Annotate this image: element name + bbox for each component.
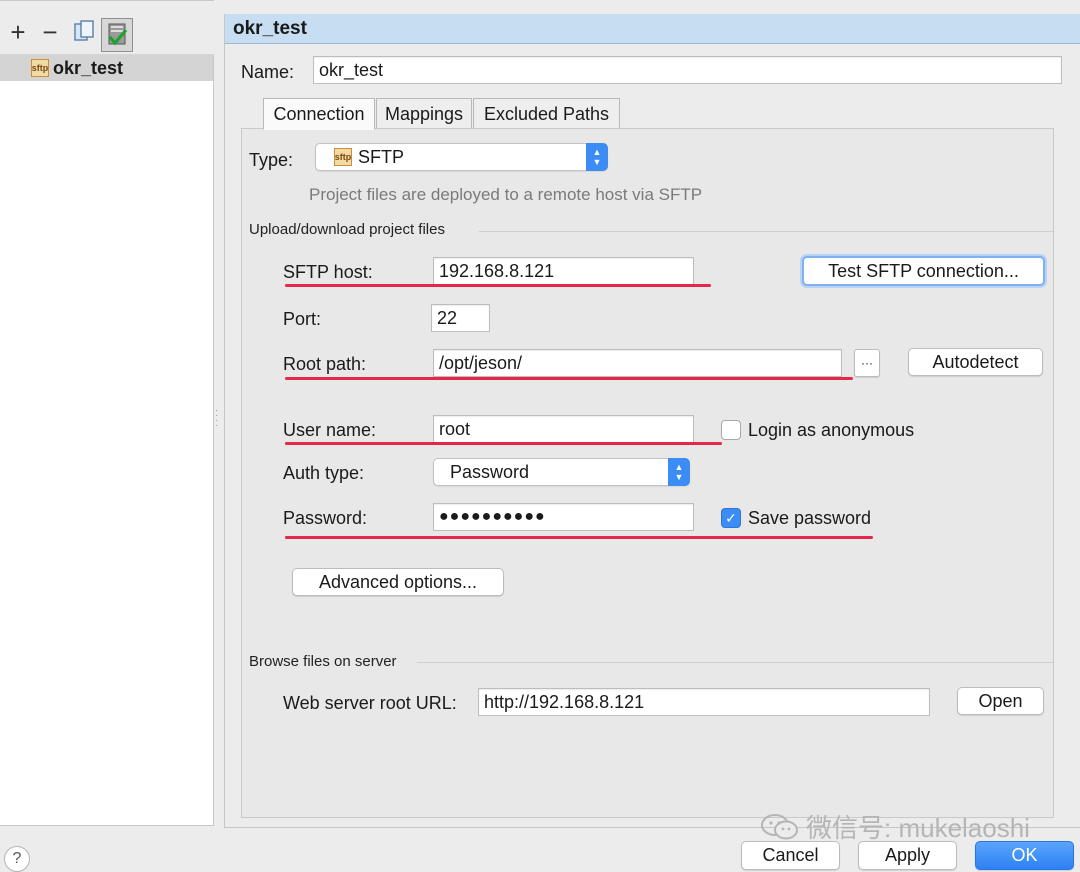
web-root-url-label: Web server root URL: bbox=[283, 693, 457, 713]
highlight-underline bbox=[285, 442, 722, 445]
panel-title: okr_test bbox=[225, 14, 1080, 44]
upload-section-title: Upload/download project files bbox=[249, 221, 445, 238]
splitter-handle[interactable]: · · · · bbox=[215, 406, 219, 431]
highlight-underline bbox=[285, 284, 711, 287]
web-root-url-input[interactable]: http://192.168.8.121 bbox=[478, 688, 930, 716]
login-anonymous-checkbox[interactable] bbox=[721, 420, 741, 440]
type-label: Type: bbox=[249, 150, 294, 170]
auth-type-select[interactable]: Password ▲ ▼ bbox=[433, 458, 690, 486]
login-anonymous-label: Login as anonymous bbox=[748, 420, 915, 440]
plus-icon[interactable]: + bbox=[2, 15, 34, 49]
server-name: okr_test bbox=[53, 57, 124, 78]
type-select[interactable]: sftp SFTP ▲ ▼ bbox=[315, 143, 608, 171]
watermark: 微信号: mukelaoshi bbox=[760, 808, 1030, 845]
server-list: sftp okr_test bbox=[0, 54, 214, 826]
tab-connection[interactable]: Connection bbox=[263, 98, 375, 130]
sftp-icon: sftp bbox=[334, 148, 352, 166]
type-hint: Project files are deployed to a remote h… bbox=[309, 185, 703, 204]
type-select-value: SFTP bbox=[358, 146, 405, 167]
user-name-input[interactable]: root bbox=[433, 415, 694, 443]
server-list-toolbar: + − bbox=[0, 0, 214, 54]
sftp-host-label: SFTP host: bbox=[283, 262, 373, 282]
checkmark-server-icon[interactable] bbox=[101, 18, 133, 52]
port-label: Port: bbox=[283, 309, 322, 329]
name-label: Name: bbox=[241, 62, 295, 82]
server-config-panel: okr_test Name: okr_test Connection Mappi… bbox=[224, 14, 1080, 828]
password-label: Password: bbox=[283, 508, 368, 528]
sftp-host-input[interactable]: 192.168.8.121 bbox=[433, 257, 694, 285]
tab-excluded-paths[interactable]: Excluded Paths bbox=[473, 98, 620, 130]
test-sftp-connection-button[interactable]: Test SFTP connection... bbox=[802, 256, 1045, 286]
browse-path-button[interactable]: ··· bbox=[854, 349, 880, 377]
advanced-options-button[interactable]: Advanced options... bbox=[292, 568, 504, 596]
tab-mappings[interactable]: Mappings bbox=[376, 98, 472, 130]
browse-section-title: Browse files on server bbox=[249, 653, 397, 670]
auth-type-label: Auth type: bbox=[283, 463, 365, 483]
save-password-checkbox[interactable]: ✓ bbox=[721, 508, 741, 528]
password-input[interactable]: ●●●●●●●●●● bbox=[433, 503, 694, 531]
wechat-icon bbox=[760, 812, 800, 842]
minus-icon[interactable]: − bbox=[34, 15, 66, 49]
chevron-updown-icon: ▲ ▼ bbox=[668, 458, 690, 486]
ok-button[interactable]: OK bbox=[975, 841, 1074, 870]
chevron-updown-icon: ▲ ▼ bbox=[586, 143, 608, 171]
root-path-input[interactable]: /opt/jeson/ bbox=[433, 349, 842, 377]
cancel-button[interactable]: Cancel bbox=[741, 841, 840, 870]
save-password-label: Save password bbox=[748, 508, 872, 528]
list-item[interactable]: sftp okr_test bbox=[0, 55, 213, 81]
root-path-label: Root path: bbox=[283, 354, 367, 374]
auth-type-value: Password bbox=[450, 461, 530, 482]
highlight-underline bbox=[285, 536, 873, 539]
highlight-underline bbox=[285, 377, 853, 380]
connection-tab-content: Type: sftp SFTP ▲ ▼ Project files are dep… bbox=[241, 128, 1054, 818]
sftp-icon: sftp bbox=[31, 59, 49, 77]
section-divider bbox=[479, 231, 1053, 232]
name-input[interactable]: okr_test bbox=[313, 56, 1062, 84]
port-input[interactable]: 22 bbox=[431, 304, 490, 332]
copy-icon[interactable] bbox=[68, 15, 100, 49]
user-name-label: User name: bbox=[283, 420, 377, 440]
watermark-text: 微信号: mukelaoshi bbox=[806, 813, 1030, 843]
open-button[interactable]: Open bbox=[957, 687, 1044, 715]
autodetect-button[interactable]: Autodetect bbox=[908, 348, 1043, 376]
section-divider bbox=[417, 662, 1053, 663]
help-button[interactable]: ? bbox=[4, 846, 30, 872]
apply-button[interactable]: Apply bbox=[858, 841, 957, 870]
